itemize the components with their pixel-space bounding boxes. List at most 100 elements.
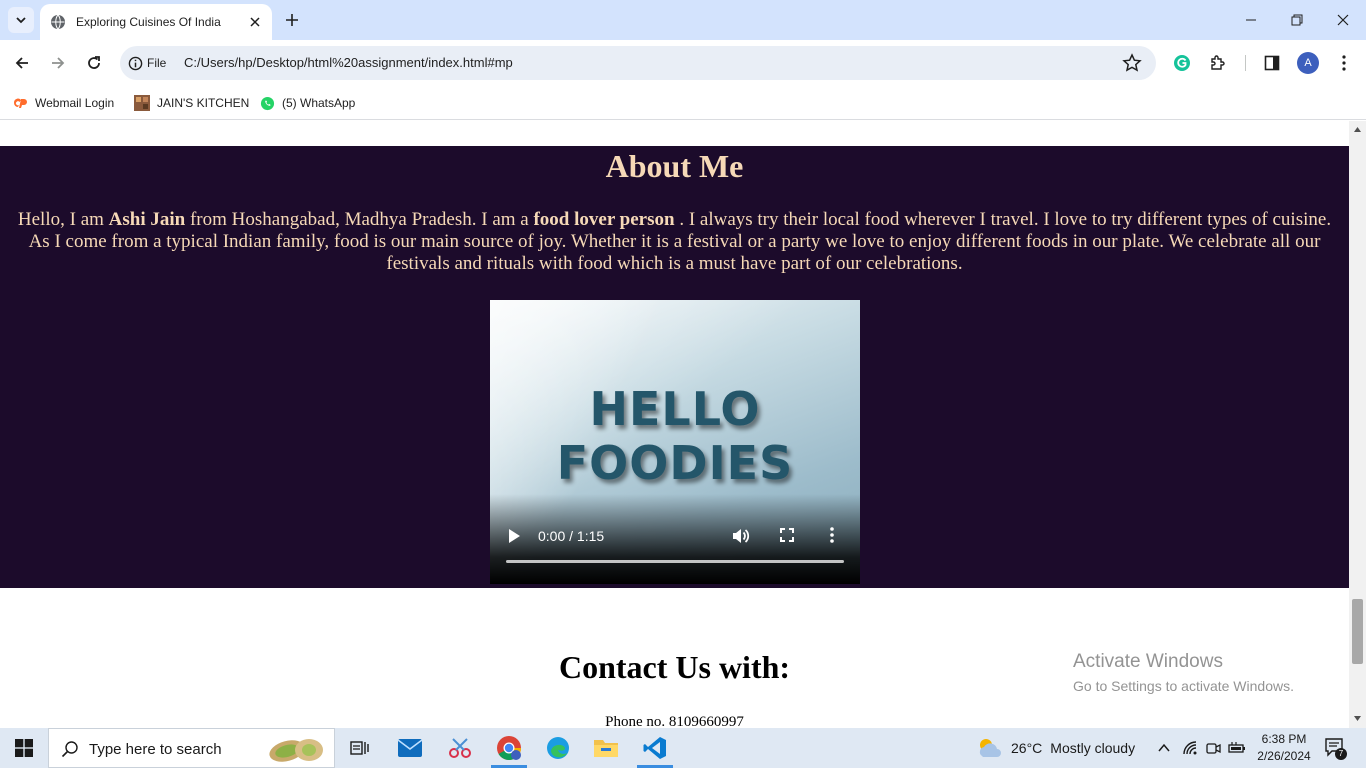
close-tab-icon[interactable] [246, 13, 264, 31]
mail-icon [397, 739, 423, 757]
browser-menu-button[interactable] [1330, 49, 1358, 77]
edge-icon [547, 737, 569, 759]
bookmark-star-icon[interactable] [1122, 53, 1142, 73]
scroll-down-arrow-icon[interactable] [1353, 714, 1362, 723]
meet-now-icon[interactable] [1205, 740, 1221, 756]
grammarly-extension[interactable] [1168, 49, 1196, 77]
scrollbar-thumb[interactable] [1352, 599, 1363, 664]
minimize-icon [1246, 19, 1256, 21]
about-heading: About Me [605, 148, 744, 184]
bookmark-webmail[interactable]: Webmail Login [12, 93, 114, 113]
about-paragraph: Hello, I am Ashi Jain from Hoshangabad, … [17, 209, 1332, 274]
taskbar-chrome[interactable] [487, 728, 531, 768]
arrow-right-icon [52, 57, 65, 69]
phone-number: Phone no. 8109660997 [605, 714, 744, 728]
task-view-button[interactable] [338, 728, 382, 768]
video-time: 0:00 / 1:15 [538, 528, 605, 544]
scheme-label: File [147, 56, 167, 70]
clock-date: 2/26/2024 [1257, 749, 1311, 763]
battery-icon[interactable] [1228, 740, 1246, 756]
task-view-icon [350, 741, 369, 755]
activate-windows-watermark: Activate Windows Go to Settings to activ… [1073, 651, 1294, 694]
profile-avatar[interactable]: A [1297, 52, 1319, 74]
chevron-down-icon [16, 17, 26, 24]
intro-video-player[interactable]: HELLO FOODIES 0:00 / 1:15 [490, 300, 860, 584]
extensions-button[interactable] [1204, 49, 1232, 77]
bookmark-label: Webmail Login [35, 96, 115, 110]
snipping-tool-icon [449, 738, 471, 758]
reload-button[interactable] [80, 49, 108, 77]
taskbar-mail[interactable] [388, 728, 432, 768]
start-button[interactable] [0, 728, 48, 768]
partly-cloudy-icon [979, 739, 1001, 757]
cpanel-icon [13, 98, 27, 108]
taskbar-clock[interactable]: 6:38 PM 2/26/2024 [1252, 731, 1316, 765]
taskbar-file-explorer[interactable] [584, 728, 628, 768]
puzzle-icon [1211, 55, 1225, 70]
grammarly-icon [1174, 55, 1190, 71]
search-highlight-pistachio-icon [269, 739, 323, 762]
video-progress-track[interactable] [506, 560, 844, 563]
search-placeholder: Type here to search [89, 741, 222, 758]
bookmark-whatsapp[interactable]: (5) WhatsApp [260, 93, 355, 113]
url-text[interactable]: C:/Users/hp/Desktop/html%20assignment/in… [184, 55, 513, 70]
notification-count: 7 [1335, 748, 1347, 760]
video-poster-title: HELLO FOODIES [556, 382, 794, 490]
taskbar-edge[interactable] [536, 728, 580, 768]
new-tab-button[interactable] [280, 8, 304, 32]
globe-icon [51, 14, 65, 30]
tab-strip: Exploring Cuisines Of India [0, 0, 1366, 40]
search-icon [61, 741, 78, 758]
address-bar[interactable]: File C:/Users/hp/Desktop/html%20assignme… [120, 46, 1156, 80]
clock-time: 6:38 PM [1261, 732, 1307, 746]
weather-description: Mostly cloudy [1050, 740, 1136, 756]
forward-button[interactable] [44, 49, 72, 77]
scroll-up-arrow-icon[interactable] [1353, 125, 1362, 134]
page-scrollbar[interactable] [1349, 121, 1366, 728]
reload-icon [88, 56, 100, 69]
close-window-button[interactable] [1320, 0, 1366, 40]
play-icon[interactable] [507, 528, 521, 544]
tab-title: Exploring Cuisines Of India [76, 15, 221, 29]
taskbar-vscode[interactable] [633, 728, 677, 768]
more-vert-icon[interactable] [830, 526, 834, 544]
vscode-icon [643, 737, 666, 759]
taskbar-search[interactable]: Type here to search [48, 728, 335, 768]
back-button[interactable] [8, 49, 36, 77]
whatsapp-icon [260, 96, 275, 110]
bookmark-label: (5) WhatsApp [282, 96, 356, 110]
fullscreen-icon[interactable] [779, 527, 795, 543]
weather-widget[interactable]: 26°C Mostly cloudy [975, 728, 1135, 768]
side-panel-button[interactable] [1258, 49, 1286, 77]
video-controls: 0:00 / 1:15 [490, 524, 860, 548]
side-panel-icon [1264, 55, 1280, 71]
more-vert-icon [1342, 55, 1346, 71]
close-icon [1337, 14, 1349, 26]
restore-button[interactable] [1274, 0, 1320, 40]
taskbar-snipping-tool[interactable] [438, 728, 482, 768]
volume-icon[interactable] [730, 526, 750, 546]
bookmarks-bar: Webmail Login JAIN'S KITCHEN (5) WhatsAp… [0, 86, 1366, 120]
bookmark-jains-kitchen[interactable]: JAIN'S KITCHEN [134, 93, 249, 113]
browser-toolbar: File C:/Users/hp/Desktop/html%20assignme… [0, 40, 1366, 86]
arrow-left-icon [15, 57, 28, 69]
notification-center-button[interactable]: 7 [1324, 737, 1347, 762]
toolbar-divider [1245, 55, 1246, 71]
about-section: About Me Hello, I am Ashi Jain from Hosh… [0, 146, 1349, 588]
chrome-icon [497, 736, 521, 761]
food-lover-emphasis: food lover person [533, 209, 675, 230]
site-info-chip[interactable]: File [128, 52, 166, 74]
folder-icon [594, 740, 618, 757]
kitchen-favicon [134, 95, 150, 111]
page-viewport: About Me Hello, I am Ashi Jain from Hosh… [0, 121, 1349, 728]
tab-search-button[interactable] [8, 7, 34, 33]
windows-taskbar: Type here to search 26°C Mostly cloudy 6… [0, 728, 1366, 768]
plus-icon [286, 14, 298, 26]
bookmark-label: JAIN'S KITCHEN [157, 96, 250, 110]
chevron-up-icon[interactable] [1157, 741, 1171, 755]
info-icon [128, 56, 143, 70]
active-tab[interactable]: Exploring Cuisines Of India [40, 4, 272, 40]
minimize-button[interactable] [1228, 0, 1274, 40]
windows-logo-icon [15, 739, 33, 757]
network-icon[interactable] [1182, 740, 1198, 756]
